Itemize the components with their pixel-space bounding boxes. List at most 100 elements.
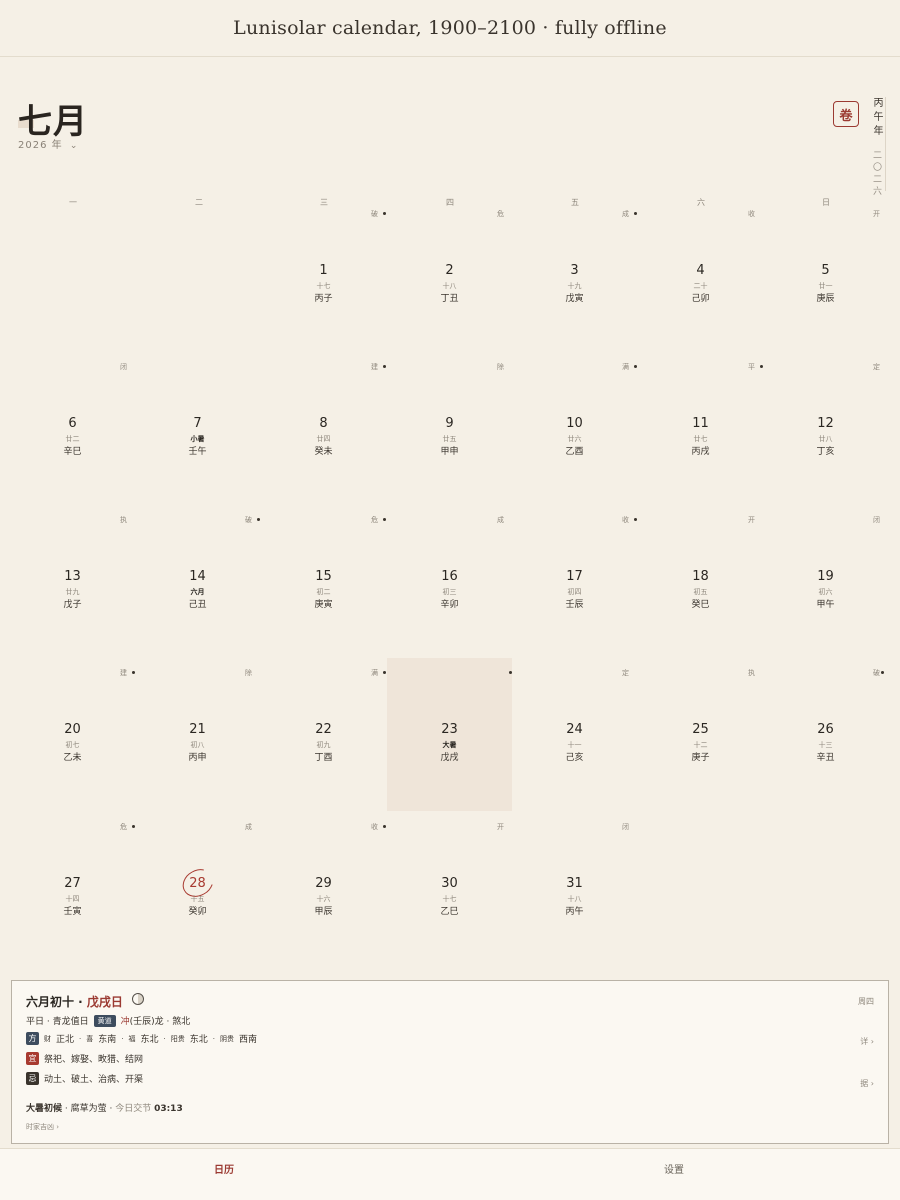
lunar-date: 十九	[567, 282, 582, 290]
day-ganzhi: 辛卯	[440, 600, 459, 610]
day-ganzhi: 癸未	[314, 447, 333, 457]
lunar-date: 廿一	[818, 282, 833, 290]
day-cell[interactable]: 定 12 廿八 丁亥	[763, 352, 888, 505]
chong-label: 冲	[120, 1017, 130, 1027]
day-number: 14	[189, 569, 206, 584]
lunar-date: 廿四	[316, 435, 331, 443]
auspicious-dot	[383, 671, 386, 674]
day-cell[interactable]: 闭 6 廿二 辛巳	[10, 352, 135, 505]
day-number: 19	[817, 569, 834, 584]
detail-weekday: 周四	[858, 997, 874, 1006]
auspicious-dot	[257, 518, 260, 521]
day-cell[interactable]: 收 29 十六 甲辰	[261, 812, 386, 965]
day-cell[interactable]: 执 25 十二 庚子	[638, 658, 763, 811]
day-cell[interactable]: 危 15 初二 庚寅	[261, 505, 386, 658]
day-cell[interactable]: 闭 19 初六 甲午	[763, 505, 888, 658]
day-ganzhi: 乙酉	[565, 447, 584, 457]
day-number: 16	[441, 569, 458, 584]
day-cell[interactable]: 满 22 初九 丁酉	[261, 658, 386, 811]
day-cell[interactable]: 危 27 十四 壬寅	[10, 812, 135, 965]
day-cell[interactable]: 开 5 廿一 庚辰	[763, 199, 888, 352]
lunar-date: 初二	[316, 588, 331, 596]
auspicious-dot	[383, 365, 386, 368]
day-ganzhi: 庚辰	[816, 294, 835, 304]
lunar-date: 六月	[190, 588, 205, 596]
lunar-date: 十五	[190, 895, 205, 903]
source-link[interactable]: 据 ›	[860, 1078, 874, 1089]
day-number: 26	[817, 722, 834, 737]
chong-text: (壬辰)龙 · 煞北	[129, 1017, 191, 1027]
term-transition-label: 今日交节	[115, 1104, 155, 1114]
jianchu-label: 成	[622, 210, 629, 218]
day-cell[interactable]: 平 11 廿七 丙戌	[638, 352, 763, 505]
day-number: 31	[566, 876, 583, 891]
lunar-date: 廿六	[567, 435, 582, 443]
day-ganzhi: 庚子	[691, 753, 710, 763]
day-cell[interactable]: 23 大暑 戊戌	[387, 658, 512, 811]
day-number: 28	[189, 876, 206, 891]
day-cell[interactable]: 收 17 初四 壬辰	[512, 505, 637, 658]
day-ganzhi: 甲申	[440, 447, 459, 457]
lunar-date: 十八	[442, 282, 457, 290]
pentad-text: · 腐草为萤 ·	[62, 1104, 116, 1114]
ji-row: 忌 动土、破土、治病、开渠	[26, 1072, 143, 1085]
day-cell[interactable]: 破 26 十三 辛丑	[763, 658, 888, 811]
jianchu-label: 成	[497, 516, 504, 524]
lunar-date: 初四	[567, 588, 582, 596]
jianchu-label: 破	[371, 210, 378, 218]
day-number: 13	[64, 569, 81, 584]
day-cell[interactable]: 定 24 十一 己亥	[512, 658, 637, 811]
day-cell[interactable]: 除 9 廿五 甲申	[387, 352, 512, 505]
auspicious-dot	[634, 518, 637, 521]
day-number: 17	[566, 569, 583, 584]
fu-direction: 东北	[140, 1035, 159, 1045]
day-cell[interactable]: 闭 31 十八 丙午	[512, 812, 637, 965]
fu-label: 福	[128, 1034, 136, 1043]
day-cell[interactable]: 收 4 二十 己卯	[638, 199, 763, 352]
day-cell[interactable]: 开 18 初五 癸巳	[638, 505, 763, 658]
day-cell[interactable]: 成 28 十五 癸卯	[135, 812, 260, 965]
detail-title: 六月初十 · 戊戌日	[26, 993, 123, 1010]
day-number: 30	[441, 876, 458, 891]
detail-link[interactable]: 详 ›	[860, 1036, 874, 1047]
tab-settings[interactable]: 设置	[644, 1161, 704, 1176]
jianchu-label: 收	[622, 516, 629, 524]
detail-ganzhi-day: 戊戌日	[86, 995, 123, 1009]
day-cell[interactable]: 成 16 初三 辛卯	[387, 505, 512, 658]
tab-calendar[interactable]: 日历	[194, 1161, 254, 1176]
auspicious-dot	[383, 518, 386, 521]
hour-fortune-link[interactable]: 时家吉凶 ›	[26, 1122, 59, 1132]
day-cell[interactable]: 成 3 十九 戊寅	[512, 199, 637, 352]
auspicious-dot	[383, 212, 386, 215]
day-number: 4	[696, 263, 705, 278]
year-picker[interactable]: 2026 年 ⌄	[18, 136, 78, 151]
pentad-line: 大暑初候 · 腐草为萤 · 今日交节 03:13	[26, 1101, 183, 1114]
day-cell[interactable]: 满 10 廿六 乙酉	[512, 352, 637, 505]
lunar-date: 初七	[65, 741, 80, 749]
day-number: 15	[315, 569, 332, 584]
jianchu-label: 破	[873, 669, 880, 677]
scroll-view-button[interactable]: 卷	[833, 101, 859, 127]
day-ganzhi: 壬寅	[63, 907, 82, 917]
day-ganzhi: 癸卯	[188, 907, 207, 917]
lunar-date: 初八	[190, 741, 205, 749]
day-ganzhi: 甲辰	[314, 907, 333, 917]
cai-label: 财	[44, 1034, 51, 1043]
day-cell[interactable]: 建 20 初七 乙未	[10, 658, 135, 811]
jianchu-label: 危	[120, 823, 127, 831]
day-cell[interactable]: 7 小暑 壬午	[135, 352, 260, 505]
yingui-label: 阴贵	[220, 1034, 234, 1043]
xi-direction: 东南	[98, 1035, 117, 1045]
lunar-date: 十七	[442, 895, 457, 903]
day-cell[interactable]: 危 2 十八 丁丑	[387, 199, 512, 352]
day-cell[interactable]: 除 21 初八 丙申	[135, 658, 260, 811]
vertical-year-numeral: 二〇二六	[871, 150, 881, 199]
bottom-tab-bar: 日历 设置	[0, 1148, 900, 1200]
day-cell[interactable]: 开 30 十七 乙巳	[387, 812, 512, 965]
day-cell[interactable]: 执 13 廿九 戊子	[10, 505, 135, 658]
jianchu-label: 定	[622, 669, 629, 677]
day-cell[interactable]: 破 14 六月 己丑	[135, 505, 260, 658]
day-cell[interactable]: 破 1 十七 丙子	[261, 199, 386, 352]
lunar-date: 十七	[316, 282, 331, 290]
day-cell[interactable]: 建 8 廿四 癸未	[261, 352, 386, 505]
